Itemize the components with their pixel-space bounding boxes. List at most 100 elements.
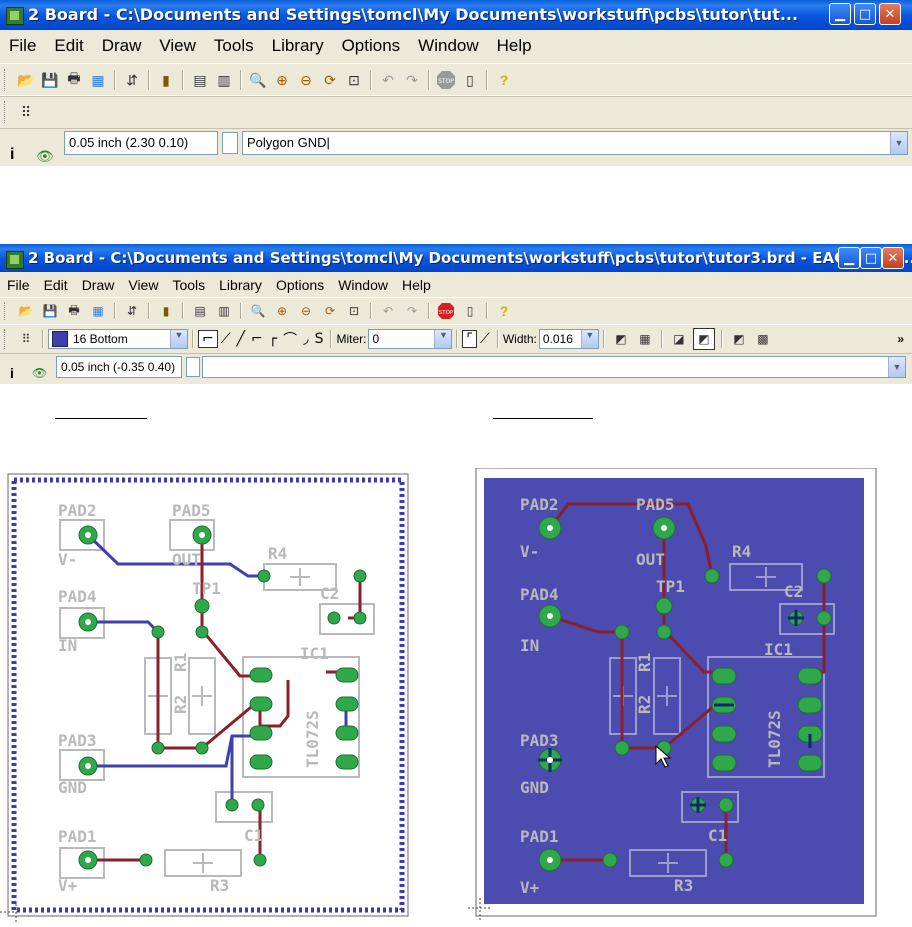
wire-bend-straight-icon[interactable]: ╱ [234, 331, 248, 347]
menu-window[interactable]: Window [409, 36, 487, 56]
wire-bend-arc2-icon[interactable]: ◞ [300, 331, 311, 347]
script-icon[interactable]: ▤ [190, 70, 210, 90]
undo-icon[interactable]: ↶ [378, 70, 398, 90]
minimize-button[interactable]: ▁ [838, 247, 860, 269]
toolbar-grip[interactable] [4, 329, 8, 349]
toolbar-grip[interactable] [4, 101, 8, 123]
board-view-after-ratsnest[interactable]: PAD2 V- PAD5 OUT R4 TP1 C2 PAD4 IN IC1 P… [468, 467, 912, 924]
redo-icon[interactable]: ↷ [402, 70, 422, 90]
toolbar-grip[interactable] [4, 302, 8, 320]
command-dropdown-arrow-icon[interactable]: ▼ [888, 357, 905, 377]
open-icon[interactable]: 📂 [16, 70, 36, 90]
redo-icon[interactable]: ↷ [402, 301, 422, 321]
menu-library[interactable]: Library [212, 277, 269, 293]
menu-tools[interactable]: Tools [205, 36, 263, 56]
save-icon[interactable]: 💾 [40, 301, 60, 321]
title-bar[interactable]: 2 Board - C:\Documents and Settings\tomc… [0, 244, 912, 272]
menu-help[interactable]: Help [488, 36, 541, 56]
orphans-on-icon[interactable]: ◩ [729, 329, 749, 349]
zoom-select-icon[interactable]: ⊡ [344, 70, 364, 90]
command-dropdown-arrow-icon[interactable]: ▼ [890, 132, 907, 154]
command-line-input[interactable]: ▼ [202, 356, 906, 378]
command-line-input[interactable]: Polygon GND| ▼ [242, 131, 908, 155]
pour-hatch-icon[interactable]: ▦ [635, 329, 655, 349]
close-button[interactable]: ✕ [879, 3, 901, 25]
miter-straight-icon[interactable]: ⟋ [477, 331, 493, 347]
switch-schematic-icon[interactable]: ⇵ [122, 70, 142, 90]
layer-select[interactable]: 16 Bottom ▼ [48, 329, 188, 349]
maximize-button[interactable]: □ [854, 3, 876, 25]
stop-icon[interactable]: STOP [436, 70, 456, 90]
wire-bend-90-icon[interactable]: ⌐ [198, 330, 218, 348]
zoom-in-icon[interactable]: ⊕ [272, 301, 292, 321]
width-select[interactable]: 0.016 ▼ [538, 329, 599, 349]
zoom-out-icon[interactable]: ⊖ [296, 301, 316, 321]
library-icon[interactable]: ▮ [156, 70, 176, 90]
library-icon[interactable]: ▮ [156, 301, 176, 321]
toolbar-grip[interactable] [4, 69, 8, 91]
info-icon[interactable]: i [10, 146, 14, 164]
menu-file[interactable]: File [0, 36, 45, 56]
miter-select[interactable]: 0 ▼ [368, 329, 453, 349]
ulp-icon[interactable]: ▥ [214, 70, 234, 90]
menu-help[interactable]: Help [395, 277, 438, 293]
menu-library[interactable]: Library [263, 36, 333, 56]
script-icon[interactable]: ▤ [190, 301, 210, 321]
print-icon[interactable]: 🖶 [64, 70, 84, 90]
menu-options[interactable]: Options [333, 36, 410, 56]
save-icon[interactable]: 💾 [40, 70, 60, 90]
menu-tools[interactable]: Tools [165, 277, 212, 293]
stop-icon[interactable]: STOP [436, 301, 456, 321]
grid-icon[interactable]: ⠿ [16, 329, 36, 349]
menu-window[interactable]: Window [331, 277, 395, 293]
help-icon[interactable]: ? [494, 301, 514, 321]
grid-icon[interactable]: ⠿ [16, 102, 36, 122]
orphans-off-icon[interactable]: ▩ [753, 329, 773, 349]
menu-options[interactable]: Options [269, 277, 331, 293]
width-dropdown-arrow-icon[interactable]: ▼ [580, 330, 598, 348]
go-icon[interactable]: ▯ [460, 301, 480, 321]
zoom-fit-icon[interactable]: 🔍 [248, 301, 268, 321]
thermals-on-icon[interactable]: ◪ [669, 329, 689, 349]
menu-view[interactable]: View [121, 277, 165, 293]
zoom-in-icon[interactable]: ⊕ [272, 70, 292, 90]
eye-icon[interactable]: 👁 [32, 366, 47, 380]
menu-draw[interactable]: Draw [75, 277, 122, 293]
layer-dropdown-arrow-icon[interactable]: ▼ [170, 330, 187, 348]
command-checkbox[interactable] [222, 132, 238, 154]
redraw-icon[interactable]: ⟳ [320, 301, 340, 321]
title-bar[interactable]: 2 Board - C:\Documents and Settings\tomc… [0, 0, 912, 30]
command-checkbox[interactable] [186, 357, 200, 377]
print-icon[interactable]: 🖶 [64, 301, 84, 321]
eye-icon[interactable]: 👁 [36, 148, 54, 165]
help-icon[interactable]: ? [494, 70, 514, 90]
menu-file[interactable]: File [0, 277, 37, 293]
cam-processor-icon[interactable]: ▦ [88, 70, 108, 90]
toolbar-overflow[interactable]: » [897, 332, 904, 346]
go-icon[interactable]: ▯ [460, 70, 480, 90]
zoom-out-icon[interactable]: ⊖ [296, 70, 316, 90]
menu-view[interactable]: View [150, 36, 205, 56]
menu-edit[interactable]: Edit [45, 36, 92, 56]
wire-bend-45b-icon[interactable]: ⌐ [248, 331, 266, 347]
close-button[interactable]: ✕ [882, 247, 904, 269]
switch-schematic-icon[interactable]: ⇵ [122, 301, 142, 321]
miter-dropdown-arrow-icon[interactable]: ▼ [434, 330, 452, 348]
zoom-fit-icon[interactable]: 🔍 [248, 70, 268, 90]
pour-solid-icon[interactable]: ◩ [611, 329, 631, 349]
cam-processor-icon[interactable]: ▦ [88, 301, 108, 321]
zoom-select-icon[interactable]: ⊡ [344, 301, 364, 321]
board-view-before-ratsnest[interactable]: PAD2 V- PAD5 OUT R4 TP1 C2 PAD4 IN IC1 P… [0, 468, 420, 924]
ulp-icon[interactable]: ▥ [214, 301, 234, 321]
wire-bend-45-icon[interactable]: ⟋ [218, 331, 234, 347]
wire-bend-freehand-icon[interactable]: S [312, 331, 327, 347]
maximize-button[interactable]: □ [860, 247, 882, 269]
info-icon[interactable]: i [10, 365, 14, 381]
menu-edit[interactable]: Edit [37, 277, 75, 293]
thermals-off-icon[interactable]: ◩ [692, 328, 715, 350]
undo-icon[interactable]: ↶ [378, 301, 398, 321]
open-icon[interactable]: 📂 [16, 301, 36, 321]
redraw-icon[interactable]: ⟳ [320, 70, 340, 90]
wire-bend-arc-icon[interactable]: ⌒ [280, 329, 300, 349]
menu-draw[interactable]: Draw [93, 36, 151, 56]
